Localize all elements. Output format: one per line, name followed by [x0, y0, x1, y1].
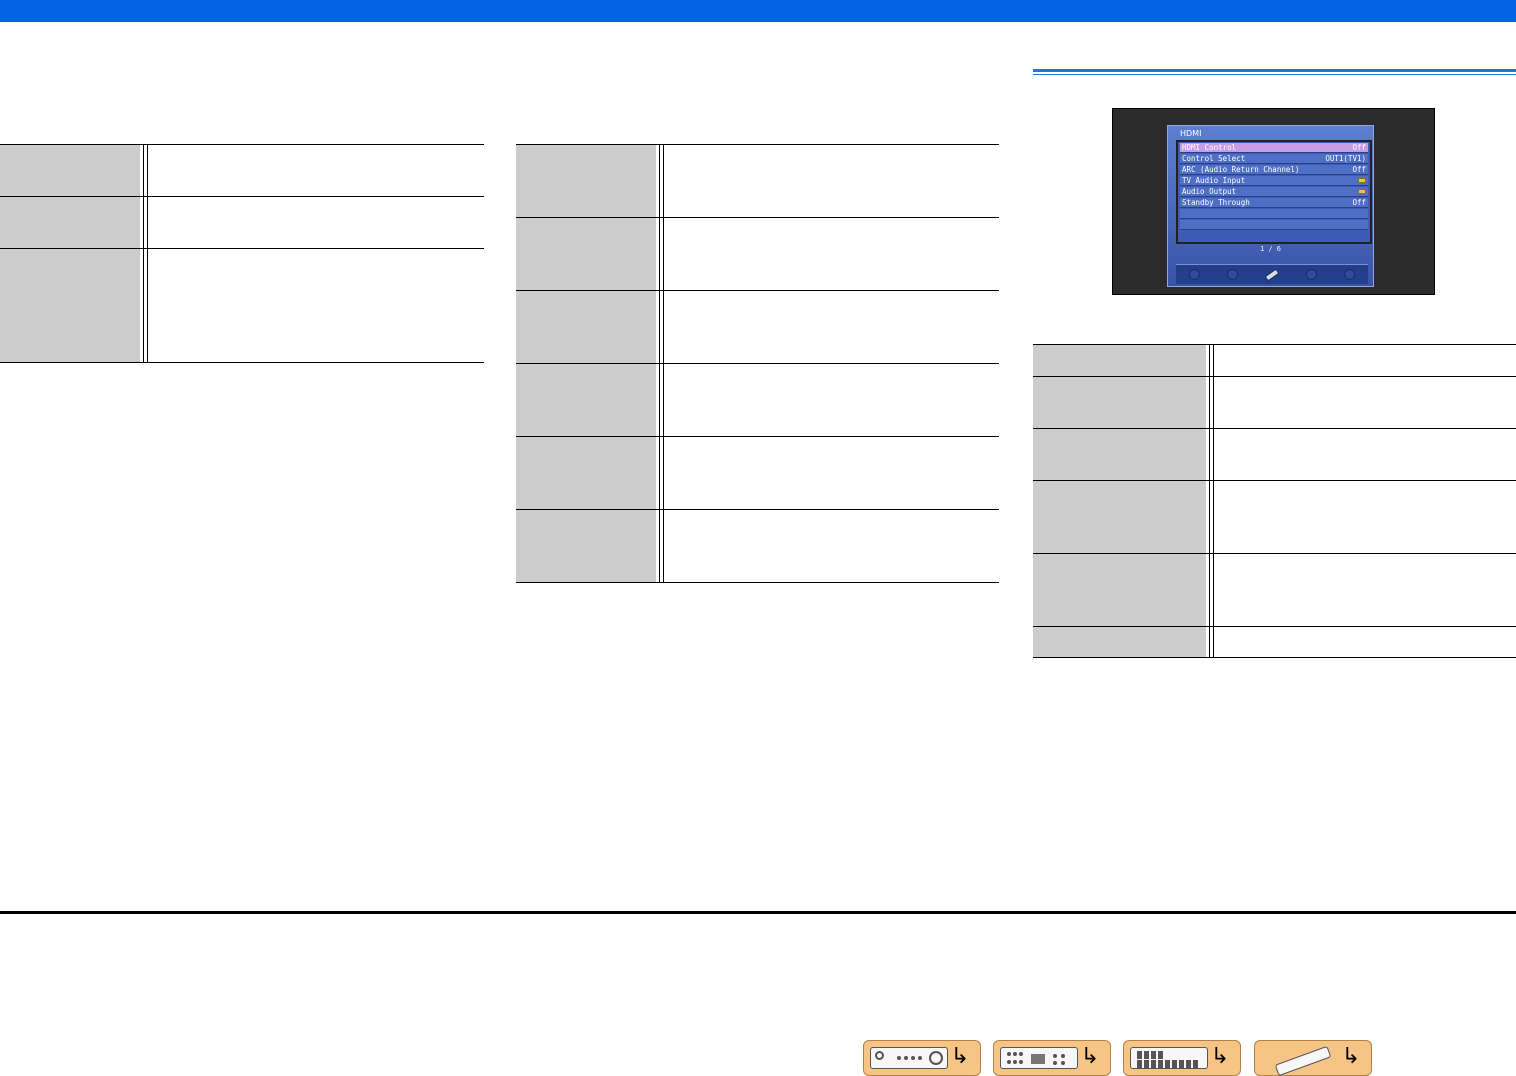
sound-category-icon[interactable] [1227, 269, 1239, 280]
table-row [0, 249, 484, 363]
osd-item-value: Off [1352, 198, 1366, 207]
row-label-cell [1033, 554, 1206, 626]
row-label-cell [1033, 377, 1206, 428]
osd-screen: HDMI HDMI Control Off Control Select OUT… [1167, 125, 1374, 287]
table-row [516, 218, 999, 291]
osd-title: HDMI [1180, 129, 1202, 138]
osd-item-control-select[interactable]: Control Select OUT1(TV1) [1180, 154, 1368, 164]
rear-panel-icon [1000, 1047, 1078, 1069]
section-heading-rule [1033, 69, 1516, 75]
table-row [1033, 429, 1516, 481]
table-row [1033, 345, 1516, 377]
row-label-cell [0, 145, 140, 196]
row-value-cell [664, 291, 999, 363]
table-row [1033, 627, 1516, 658]
table-row [1033, 554, 1516, 627]
osd-item-audio-output[interactable]: Audio Output [1180, 187, 1368, 197]
osd-item-value: Off [1352, 143, 1366, 152]
row-value-cell [664, 218, 999, 290]
row-label-cell [1033, 429, 1206, 480]
arrow-icon: ↳ [1080, 1044, 1100, 1069]
osd-item-label: Audio Output [1182, 187, 1237, 196]
row-value-cell [1214, 377, 1516, 428]
speaker-category-icon[interactable] [1189, 269, 1201, 280]
osd-item-value: OUT1(TV1) [1325, 154, 1366, 163]
osd-item-label: Control Select [1182, 154, 1246, 163]
row-value-cell [664, 510, 999, 582]
osd-empty-row [1180, 209, 1368, 219]
osd-item-label: ARC (Audio Return Channel) [1182, 165, 1300, 174]
row-value-cell [664, 364, 999, 436]
row-label-cell [0, 197, 140, 248]
osd-item-arc[interactable]: ARC (Audio Return Channel) Off [1180, 165, 1368, 175]
row-value-cell [1214, 429, 1516, 480]
row-value-cell [148, 249, 484, 362]
row-value-cell [148, 197, 484, 248]
row-value-cell [664, 145, 999, 217]
hdmi-category-icon[interactable] [1264, 268, 1280, 281]
osd-menu-list: HDMI Control Off Control Select OUT1(TV1… [1176, 140, 1372, 244]
row-value-cell [1214, 554, 1516, 626]
row-label-cell [516, 510, 656, 582]
osd-category-bar [1176, 264, 1368, 284]
table-row [516, 510, 999, 583]
header-bar [0, 0, 1516, 22]
parameter-table-middle [516, 144, 999, 583]
table-row [516, 291, 999, 364]
osd-item-standby-through[interactable]: Standby Through Off [1180, 198, 1368, 208]
table-row [0, 197, 484, 249]
remote-control-icon [1261, 1045, 1339, 1076]
row-label-cell [1033, 481, 1206, 553]
table-row [1033, 377, 1516, 429]
table-row [516, 145, 999, 218]
osd-item-value: Off [1352, 165, 1366, 174]
folder-icon [1358, 189, 1366, 194]
row-label-cell [516, 291, 656, 363]
osd-item-tv-audio-input[interactable]: TV Audio Input [1180, 176, 1368, 186]
row-value-cell [1214, 345, 1516, 376]
arrow-icon: ↳ [1341, 1044, 1361, 1069]
arrow-icon: ↳ [1210, 1044, 1230, 1069]
table-row [516, 364, 999, 437]
folder-icon [1358, 178, 1366, 183]
rear-panel-nav-button[interactable]: ↳ [993, 1040, 1111, 1076]
row-label-cell [0, 249, 140, 362]
footer-rule [0, 911, 1516, 914]
osd-item-label: TV Audio Input [1182, 176, 1246, 185]
osd-item-label: Standby Through [1182, 198, 1250, 207]
parameter-table-left [0, 144, 484, 363]
network-category-icon[interactable] [1305, 269, 1317, 280]
row-label-cell [516, 145, 656, 217]
row-value-cell [1214, 481, 1516, 553]
table-row [516, 437, 999, 510]
function-category-icon[interactable] [1343, 269, 1355, 280]
row-value-cell [1214, 627, 1516, 657]
display-panel-nav-button[interactable]: ↳ [1123, 1040, 1241, 1076]
row-label-cell [1033, 345, 1206, 376]
row-label-cell [516, 437, 656, 509]
parameter-table-right [1033, 344, 1516, 658]
table-row [0, 145, 484, 197]
remote-control-nav-button[interactable]: ↳ [1254, 1040, 1372, 1076]
display-panel-icon [1130, 1047, 1208, 1069]
row-label-cell [1033, 627, 1206, 657]
osd-empty-row [1180, 220, 1368, 230]
row-value-cell [148, 145, 484, 196]
row-value-cell [664, 437, 999, 509]
front-panel-icon [870, 1047, 948, 1069]
row-label-cell [516, 364, 656, 436]
front-panel-nav-button[interactable]: ↳ [863, 1040, 981, 1076]
row-label-cell [516, 218, 656, 290]
osd-item-hdmi-control[interactable]: HDMI Control Off [1180, 143, 1368, 153]
hdmi-menu-screenshot: HDMI HDMI Control Off Control Select OUT… [1112, 108, 1435, 295]
osd-page-indicator: 1 / 6 [1259, 245, 1282, 253]
table-row [1033, 481, 1516, 554]
arrow-icon: ↳ [950, 1044, 970, 1069]
osd-item-label: HDMI Control [1182, 143, 1237, 152]
